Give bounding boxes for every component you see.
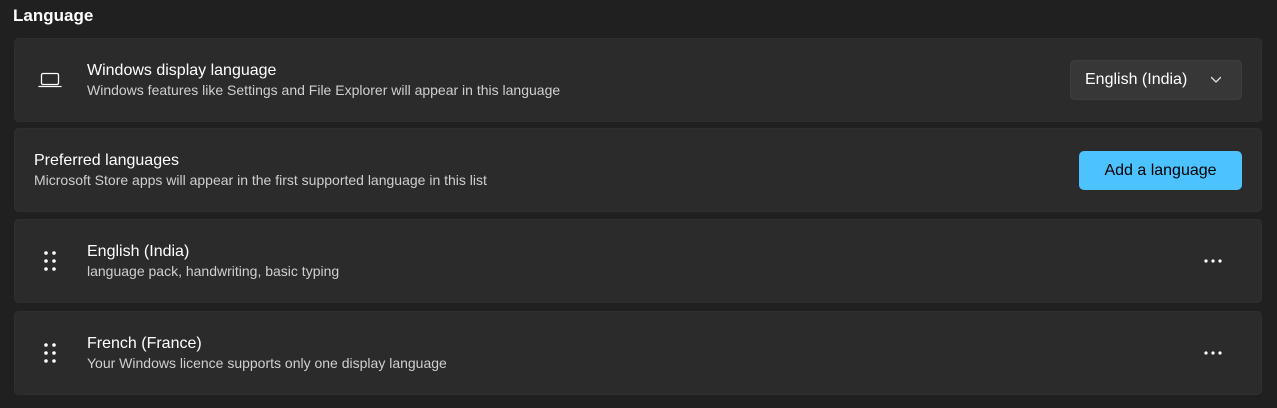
laptop-icon bbox=[38, 38, 62, 122]
language-item-texts: English (India) language pack, handwriti… bbox=[87, 219, 339, 303]
chevron-down-icon bbox=[1208, 72, 1224, 88]
section-title: Language bbox=[13, 6, 94, 25]
language-item-english-india[interactable]: English (India) language pack, handwriti… bbox=[14, 219, 1262, 303]
display-language-dropdown[interactable]: English (India) bbox=[1070, 60, 1242, 100]
display-language-selected: English (India) bbox=[1085, 71, 1188, 88]
drag-handle-icon[interactable] bbox=[38, 311, 62, 395]
preferred-languages-card: Preferred languages Microsoft Store apps… bbox=[14, 128, 1262, 212]
language-item-details: language pack, handwriting, basic typing bbox=[87, 263, 340, 279]
preferred-languages-texts: Preferred languages Microsoft Store apps… bbox=[34, 128, 487, 212]
language-item-french-france[interactable]: French (France) Your Windows licence sup… bbox=[14, 311, 1262, 395]
language-item-details: Your Windows licence supports only one d… bbox=[87, 355, 447, 371]
more-options-icon[interactable] bbox=[1197, 337, 1229, 369]
display-language-card: Windows display language Windows feature… bbox=[14, 38, 1262, 122]
more-options-icon[interactable] bbox=[1197, 245, 1229, 277]
language-item-texts: French (France) Your Windows licence sup… bbox=[87, 311, 447, 395]
preferred-languages-description: Microsoft Store apps will appear in the … bbox=[34, 172, 487, 188]
language-item-name: English (India) bbox=[87, 243, 190, 260]
display-language-texts: Windows display language Windows feature… bbox=[87, 38, 560, 122]
drag-handle-icon[interactable] bbox=[38, 219, 62, 303]
add-language-button[interactable]: Add a language bbox=[1079, 151, 1242, 190]
language-item-name: French (France) bbox=[87, 335, 202, 352]
preferred-languages-title: Preferred languages bbox=[34, 152, 179, 169]
display-language-description: Windows features like Settings and File … bbox=[87, 82, 561, 98]
display-language-title: Windows display language bbox=[87, 62, 277, 79]
